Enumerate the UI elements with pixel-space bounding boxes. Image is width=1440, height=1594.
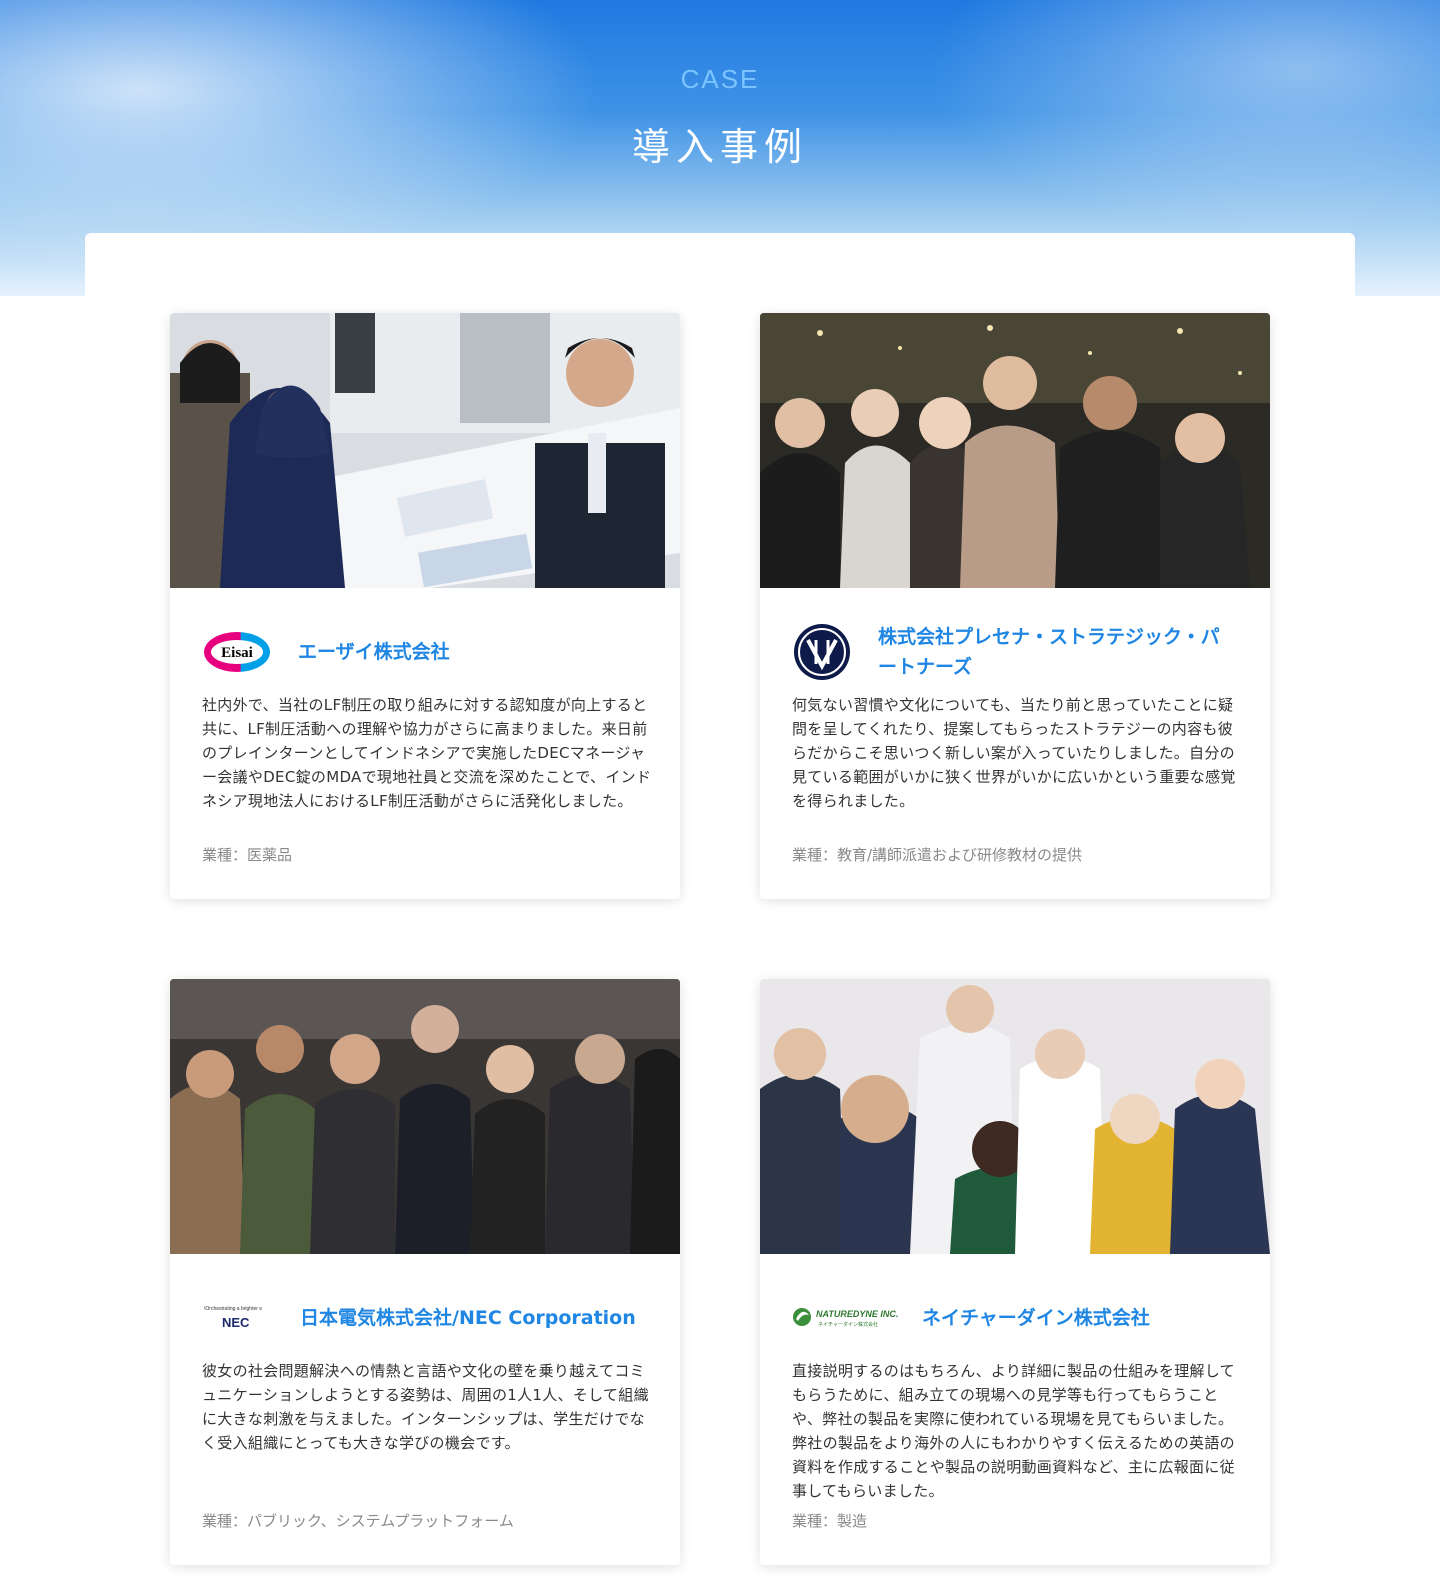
industry-label: 業種：製造	[792, 1512, 868, 1530]
naturedyne-logo: NATUREDYNE INC. ネイチャーダイン株式会社	[792, 1305, 904, 1331]
industry-label: 業種：教育/講師派遣および研修教材の提供	[792, 846, 1083, 864]
case-photo-group-indoor	[170, 979, 680, 1254]
svg-text:Eisai: Eisai	[221, 645, 253, 661]
case-description: 直接説明するのはもちろん、より詳細に製品の仕組みを理解してもらうために、組み立て…	[792, 1362, 1235, 1500]
case-card-presena[interactable]: 株式会社プレセナ・ストラテジック・パートナーズ 何気ない習慣や文化についても、当…	[760, 313, 1270, 899]
nec-logo: \Orchestrating a brighter world NEC	[202, 1301, 262, 1335]
case-header: 株式会社プレセナ・ストラテジック・パートナーズ	[792, 621, 1242, 683]
presena-logo	[792, 622, 852, 682]
industry-label: 業種：医薬品	[202, 846, 293, 864]
industry-label: 業種：パブリック、システムプラットフォーム	[202, 1512, 514, 1530]
case-card-nec[interactable]: \Orchestrating a brighter world NEC 日本電気…	[170, 979, 680, 1565]
eisai-logo: Eisai	[202, 630, 272, 674]
company-name[interactable]: 株式会社プレセナ・ストラテジック・パートナーズ	[878, 622, 1228, 682]
case-photo-group-office	[760, 979, 1270, 1254]
svg-text:NEC: NEC	[222, 1315, 250, 1330]
company-name[interactable]: 日本電気株式会社/NEC Corporation	[300, 1303, 636, 1333]
case-card-naturedyne[interactable]: NATUREDYNE INC. ネイチャーダイン株式会社 ネイチャーダイン株式会…	[760, 979, 1270, 1565]
company-name[interactable]: エーザイ株式会社	[298, 637, 450, 667]
company-name[interactable]: ネイチャーダイン株式会社	[922, 1303, 1150, 1333]
svg-text:ネイチャーダイン株式会社: ネイチャーダイン株式会社	[818, 1321, 878, 1328]
case-description: 社内外で、当社のLF制圧の取り組みに対する認知度が向上すると共に、LF制圧活動へ…	[202, 696, 652, 810]
case-header: NATUREDYNE INC. ネイチャーダイン株式会社 ネイチャーダイン株式会…	[792, 1287, 1242, 1349]
case-header: \Orchestrating a brighter world NEC 日本電気…	[202, 1287, 652, 1349]
svg-text:NATUREDYNE INC.: NATUREDYNE INC.	[816, 1309, 898, 1319]
case-card-eisai[interactable]: Eisai エーザイ株式会社 社内外で、当社のLF制圧の取り組みに対する認知度が…	[170, 313, 680, 899]
case-description: 何気ない習慣や文化についても、当たり前と思っていたことに疑問を呈してくれたり、提…	[792, 696, 1236, 810]
page-title: 導入事例	[631, 125, 808, 169]
svg-text:\Orchestrating a brighter worl: \Orchestrating a brighter world	[204, 1306, 262, 1312]
case-photo-group-night	[760, 313, 1270, 588]
section-label: CASE	[680, 64, 760, 94]
case-description: 彼女の社会問題解決への情熱と言語や文化の壁を乗り越えてコミュニケーションしようと…	[202, 1362, 649, 1452]
case-photo-meeting	[170, 313, 680, 588]
case-header: Eisai エーザイ株式会社	[202, 621, 652, 683]
